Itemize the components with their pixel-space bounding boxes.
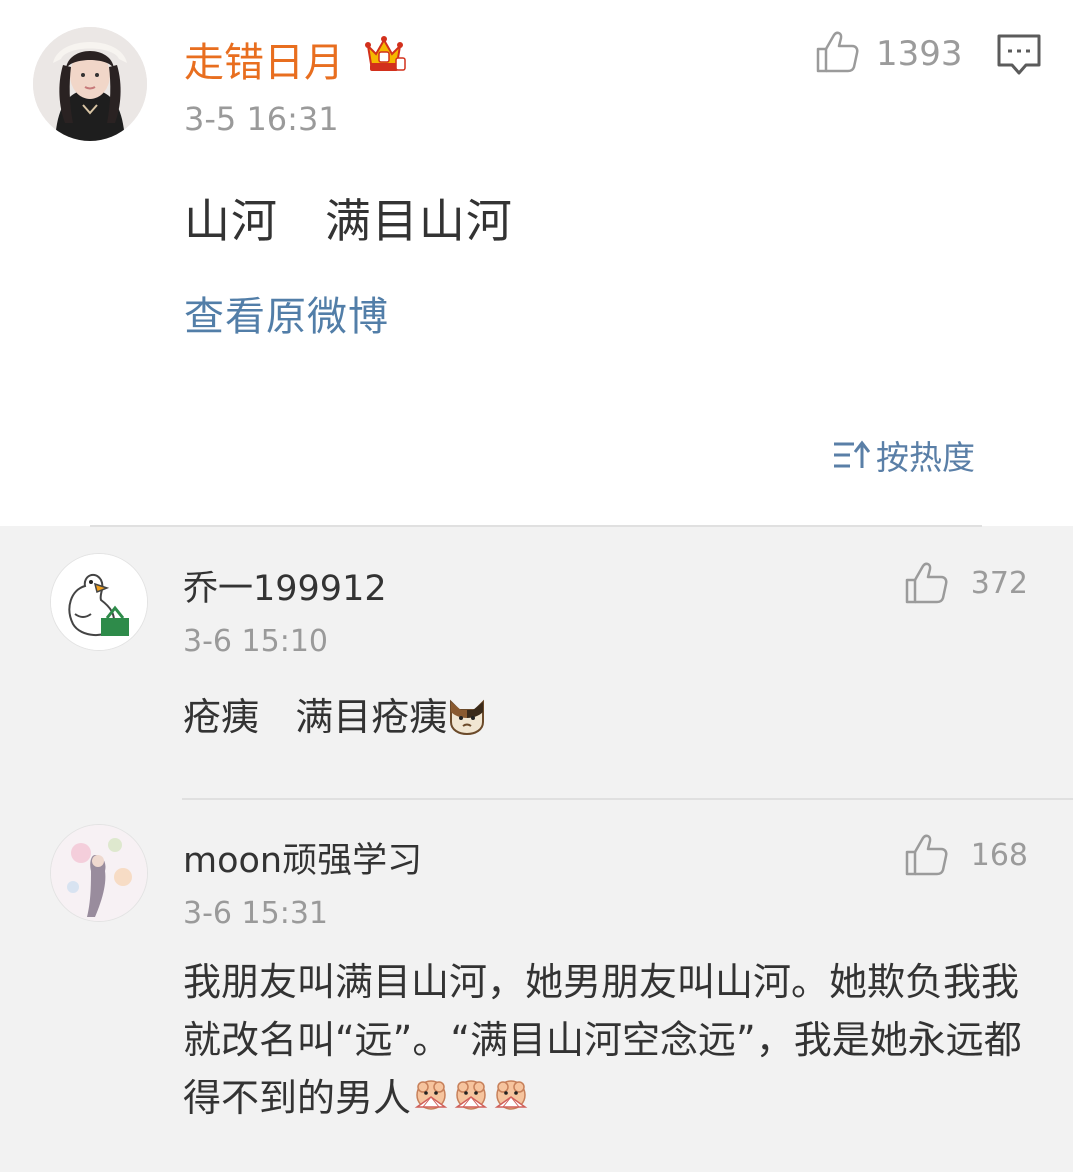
original-post: 走错日月 3-5 16:31 1393 山河 满目山河 查看原微博 按热度 [0, 0, 1073, 526]
crown-badge-icon[interactable] [362, 32, 406, 80]
commenter-name[interactable]: moon顽强学习 [183, 832, 422, 883]
comment-icon[interactable] [996, 33, 1042, 81]
commenter-avatar[interactable] [50, 553, 148, 651]
shy-fan-emoji-icon [451, 1075, 491, 1133]
comment-text: 疮痍 满目疮痍 [183, 686, 487, 745]
sort-label: 按热度 [876, 438, 975, 477]
divider [182, 798, 1073, 800]
thumbs-up-icon[interactable] [903, 832, 949, 882]
sort-icon [834, 440, 870, 468]
comment-text-content: 疮痍 满目疮痍 [183, 695, 448, 739]
shy-fan-emoji-icon [491, 1075, 531, 1133]
commenter-name[interactable]: 乔一199912 [183, 560, 387, 611]
shy-fan-emoji-icon [411, 1075, 451, 1133]
post-like-count: 1393 [876, 34, 963, 74]
sort-by-heat-button[interactable]: 按热度 [832, 431, 975, 479]
comment-like-count: 168 [970, 838, 1028, 873]
post-time: 3-5 16:31 [184, 100, 339, 138]
view-original-link[interactable]: 查看原微博 [184, 284, 389, 342]
comment-time: 3-6 15:10 [183, 624, 328, 659]
author-avatar[interactable] [33, 27, 147, 141]
comment-text: 我朋友叫满目山河，她男朋友叫山河。她欺负我我就改名叫“远”。“满目山河空念远”，… [183, 953, 1043, 1133]
post-text: 山河 满目山河 [184, 194, 513, 248]
comment-time: 3-6 15:31 [183, 896, 328, 931]
divider [90, 525, 982, 527]
cat-emoji-icon [447, 696, 487, 745]
post-author-name[interactable]: 走错日月 [184, 30, 344, 88]
thumbs-up-icon[interactable] [814, 29, 860, 79]
thumbs-up-icon[interactable] [903, 560, 949, 610]
comment-text-content: 我朋友叫满目山河，她男朋友叫山河。她欺负我我就改名叫“远”。“满目山河空念远”，… [183, 960, 1022, 1120]
comment-like-count: 372 [970, 566, 1028, 601]
commenter-avatar[interactable] [50, 824, 148, 922]
